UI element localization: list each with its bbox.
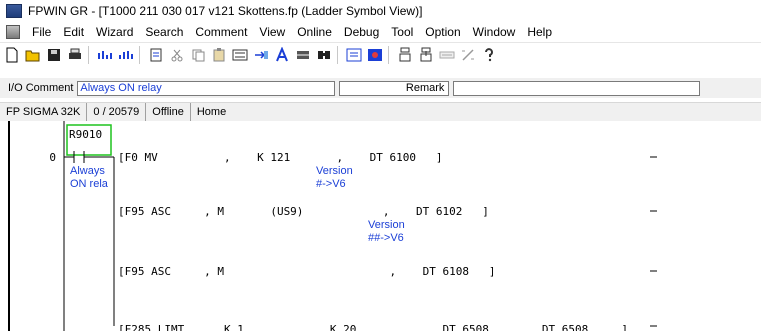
menu-tool[interactable]: Tool [385, 25, 419, 39]
instruction-f285-limt[interactable]: [F285 LIMT K 1 K 20 DT 6508 DT 6508 ] [118, 323, 628, 331]
title-bar: FPWIN GR - [T1000 211 030 017 v121 Skott… [0, 0, 761, 22]
instruction-f0-mv[interactable]: [F0 MV , K 121 , DT 6100 ] [118, 151, 443, 164]
menu-online[interactable]: Online [291, 25, 338, 39]
operand-comment-version: Version [316, 165, 353, 177]
step-counter: 0 / 20579 [87, 103, 147, 121]
io-comment-label: I/O Comment [8, 82, 74, 94]
contact-comment-line1: Always [70, 165, 105, 177]
document-icon[interactable] [6, 25, 20, 39]
menu-search[interactable]: Search [139, 25, 189, 39]
print-icon[interactable] [66, 46, 84, 64]
run-icon[interactable] [438, 46, 456, 64]
operand-comment-version: Version [368, 219, 405, 231]
remark-label-box: Remark [339, 80, 450, 96]
ladder-diagram[interactable]: 0 R9010 Always ON rela [F0 MV , K 121 , … [0, 121, 761, 331]
comment-bar: I/O Comment Always ON relay Remark [0, 78, 761, 98]
menu-debug[interactable]: Debug [338, 25, 385, 39]
menu-file[interactable]: File [26, 25, 57, 39]
paste-icon[interactable] [210, 46, 228, 64]
contact-address: R9010 [69, 128, 102, 141]
menu-option[interactable]: Option [419, 25, 466, 39]
remark-input[interactable] [453, 80, 701, 96]
plc-type: FP SIGMA 32K [0, 103, 88, 121]
help-icon[interactable] [480, 46, 498, 64]
io-comment-input[interactable]: Always ON relay [77, 80, 336, 96]
cursor-position: Home [196, 106, 227, 118]
instruction-f95-asc-2[interactable]: [F95 ASC , M , DT 6108 ] [118, 265, 496, 278]
toolbar-separator [337, 46, 338, 64]
status-bar: FP SIGMA 32K 0 / 20579 Offline Home [0, 102, 761, 122]
ladder-icon[interactable] [96, 46, 114, 64]
view-icon[interactable] [366, 46, 384, 64]
window-title: FPWIN GR - [T1000 211 030 017 v121 Skott… [28, 4, 423, 18]
online-status: Offline [146, 103, 191, 121]
menu-bar: File Edit Wizard Search Comment View Onl… [0, 22, 761, 42]
monitor-icon[interactable] [345, 46, 363, 64]
toolbar-separator [139, 46, 140, 64]
contact-comment-line2: ON rela [70, 178, 109, 190]
menu-view[interactable]: View [253, 25, 291, 39]
instruction-f95-asc[interactable]: [F95 ASC , M (US9) , DT 6102 ] [118, 205, 489, 218]
text-icon[interactable] [273, 46, 291, 64]
step-icon[interactable] [459, 46, 477, 64]
find-icon[interactable] [315, 46, 333, 64]
step-number: 0 [49, 151, 56, 164]
app-icon [6, 4, 22, 18]
menu-comment[interactable]: Comment [189, 25, 253, 39]
remark-label: Remark [405, 82, 445, 94]
convert-icon[interactable] [231, 46, 249, 64]
toolbar [0, 42, 761, 67]
convert-arrow-icon[interactable] [252, 46, 270, 64]
cut-icon[interactable] [168, 46, 186, 64]
menu-wizard[interactable]: Wizard [90, 25, 139, 39]
toolbar-separator [88, 46, 89, 64]
program-icon[interactable] [147, 46, 165, 64]
copy-icon[interactable] [189, 46, 207, 64]
plc-write-icon[interactable] [417, 46, 435, 64]
block-icon[interactable] [294, 46, 312, 64]
plc-read-icon[interactable] [396, 46, 414, 64]
menu-window[interactable]: Window [467, 25, 522, 39]
menu-help[interactable]: Help [521, 25, 558, 39]
menu-edit[interactable]: Edit [57, 25, 90, 39]
contact-r9010[interactable] [64, 151, 114, 163]
open-icon[interactable] [24, 46, 42, 64]
new-icon[interactable] [3, 46, 21, 64]
ladder2-icon[interactable] [117, 46, 135, 64]
operand-comment-v6: #->V6 [316, 178, 346, 190]
toolbar-separator [388, 46, 389, 64]
operand-comment-v6: ##->V6 [368, 232, 404, 244]
save-icon[interactable] [45, 46, 63, 64]
